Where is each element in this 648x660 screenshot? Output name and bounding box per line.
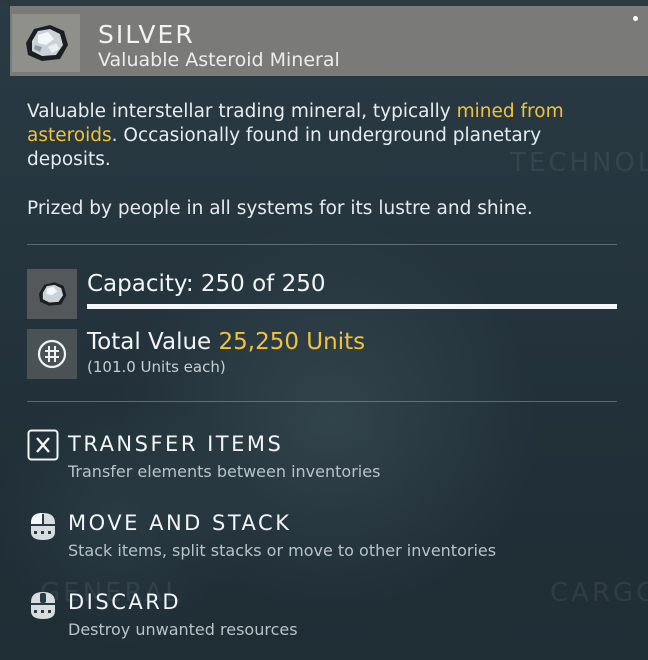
indicator-dot xyxy=(633,16,638,21)
discard-action[interactable]: DISCARD xyxy=(68,590,181,614)
middle-mouse-icon[interactable] xyxy=(27,589,59,621)
item-title: SILVER xyxy=(98,20,195,49)
item-subtitle: Valuable Asteroid Mineral xyxy=(98,49,340,71)
total-value-amount: 25,250 Units xyxy=(218,329,366,355)
item-description-secondary: Prized by people in all systems for its … xyxy=(27,198,533,219)
item-header: SILVER Valuable Asteroid Mineral xyxy=(10,6,648,76)
capacity-item-icon xyxy=(27,269,77,319)
move-and-stack-action[interactable]: MOVE AND STACK xyxy=(68,511,291,535)
total-value-label: Total Value xyxy=(87,329,219,355)
silver-mineral-icon xyxy=(12,14,80,72)
transfer-items-action[interactable]: TRANSFER ITEMS xyxy=(68,432,283,456)
x-key-icon[interactable] xyxy=(27,429,59,461)
left-mouse-icon[interactable] xyxy=(27,510,59,542)
units-currency-icon xyxy=(27,329,77,379)
capacity-bar-fill xyxy=(87,304,617,309)
divider xyxy=(27,244,617,245)
transfer-items-description: Transfer elements between inventories xyxy=(68,462,381,481)
capacity-bar xyxy=(87,304,617,309)
move-and-stack-description: Stack items, split stacks or move to oth… xyxy=(68,541,497,560)
bg-label-cargo: CARGO xyxy=(550,578,648,608)
discard-description: Destroy unwanted resources xyxy=(68,620,298,639)
item-description: Valuable interstellar trading mineral, t… xyxy=(27,100,627,172)
capacity-label: Capacity: 250 of 250 xyxy=(87,271,326,297)
value-per-unit: (101.0 Units each) xyxy=(87,358,226,376)
total-value: Total Value 25,250 Units xyxy=(87,329,365,355)
description-text-1: Valuable interstellar trading mineral, t… xyxy=(27,101,457,122)
divider xyxy=(27,401,617,402)
